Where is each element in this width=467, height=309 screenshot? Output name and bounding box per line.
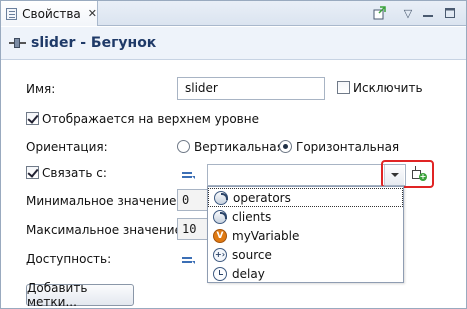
panel-header: slider - Бегунок	[1, 27, 466, 60]
availability-label: Доступность:	[26, 252, 112, 266]
minimize-icon[interactable]	[419, 5, 437, 21]
list-item-label: myVariable	[232, 228, 300, 243]
properties-icon	[6, 7, 18, 20]
link-checkbox[interactable]	[26, 166, 39, 179]
link-combobox[interactable]	[207, 164, 406, 186]
name-field[interactable]: slider	[177, 77, 325, 100]
top-level-label: Отображается на верхнем уровне	[42, 112, 259, 126]
name-label: Имя:	[26, 82, 56, 96]
delay-icon	[213, 266, 227, 281]
max-label: Максимальное значение:	[26, 223, 187, 237]
static-value-icon[interactable]	[182, 255, 196, 265]
list-item-label: clients	[232, 209, 272, 224]
top-level-checkbox[interactable]	[26, 112, 39, 125]
orientation-horizontal-label: Горизонтальная	[296, 140, 400, 154]
page-title: slider - Бегунок	[31, 35, 157, 51]
link-dropdown-list: operators clients V myVariable +› source…	[207, 186, 404, 283]
max-field[interactable]: 10	[177, 218, 209, 240]
list-item[interactable]: clients	[208, 207, 403, 226]
orientation-vertical-label: Вертикальная	[194, 140, 284, 154]
tab-properties[interactable]: Свойства ✕	[1, 1, 98, 26]
source-icon: +›	[213, 247, 227, 262]
min-field[interactable]: 0	[177, 189, 209, 211]
slider-icon	[9, 37, 27, 49]
view-menu-icon[interactable]: ▽	[399, 5, 417, 21]
link-label: Связать с:	[42, 166, 107, 180]
exclude-checkbox[interactable]	[337, 81, 350, 94]
static-value-icon[interactable]	[182, 170, 196, 180]
variable-icon: V	[213, 228, 227, 243]
list-item[interactable]: operators	[208, 188, 403, 207]
tab-strip: Свойства ✕ ▽	[1, 1, 466, 26]
list-item-label: operators	[233, 190, 291, 205]
highlight-box	[381, 160, 434, 188]
properties-panel: Свойства ✕ ▽ slider - Бегунок Имя: slide…	[0, 0, 467, 309]
list-item[interactable]: +› source	[208, 245, 403, 264]
min-label: Минимальное значение:	[26, 194, 181, 208]
add-labels-button[interactable]: Добавить метки...	[26, 281, 134, 309]
list-item[interactable]: delay	[208, 264, 403, 283]
pin-icon[interactable]	[371, 5, 389, 21]
operator-icon	[214, 190, 228, 205]
list-item[interactable]: V myVariable	[208, 226, 403, 245]
list-item-label: delay	[232, 266, 265, 281]
orientation-horizontal-radio[interactable]	[279, 140, 292, 153]
exclude-label: Исключить	[353, 81, 423, 95]
operator-icon	[213, 209, 227, 224]
orientation-label: Ориентация:	[26, 140, 108, 154]
list-item-label: source	[232, 247, 272, 262]
orientation-vertical-radio[interactable]	[177, 140, 190, 153]
maximize-icon[interactable]	[441, 5, 459, 21]
close-tab-icon[interactable]: ✕	[88, 8, 97, 19]
tab-label: Свойства	[22, 6, 81, 21]
